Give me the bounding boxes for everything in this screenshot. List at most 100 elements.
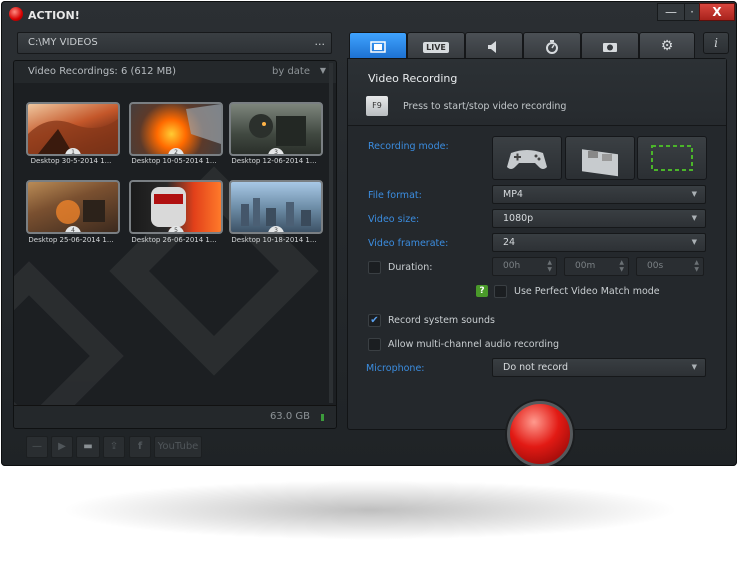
video-caption-5: Desktop 26-06-2014 1... — [131, 236, 217, 244]
thumbnail-art — [28, 119, 118, 154]
panel-header: Video Recording F9 Press to start/stop v… — [348, 59, 726, 126]
file-format-select[interactable]: MP4 ▼ — [492, 185, 706, 204]
hotkey-description: Press to start/stop video recording — [403, 101, 567, 112]
hotkey-button[interactable]: F9 — [366, 96, 388, 116]
tab-video[interactable] — [349, 32, 407, 59]
duration-hours-value: 00h — [503, 261, 521, 271]
chevron-down-icon: ▼ — [691, 214, 697, 222]
recordings-scrollbar[interactable] — [329, 63, 333, 403]
gear-icon: ⚙ — [660, 38, 674, 54]
camera-icon — [603, 42, 617, 52]
chevron-down-icon[interactable]: ▼ — [320, 66, 326, 75]
video-caption-4: Desktop 25-06-2014 1... — [28, 236, 114, 244]
upload-button[interactable]: ⇪ — [103, 436, 125, 458]
tab-audio[interactable] — [465, 32, 523, 59]
chevron-down-icon: ▼ — [691, 363, 697, 371]
video-recording-panel: Video Recording F9 Press to start/stop v… — [347, 58, 727, 430]
close-button[interactable]: X — [699, 3, 735, 21]
recordings-count: Video Recordings: 6 (612 MB) — [28, 66, 177, 77]
perfect-match-label: Use Perfect Video Match mode — [514, 286, 660, 297]
window-shadow — [60, 480, 680, 540]
tab-live[interactable]: LIVE — [407, 32, 465, 59]
open-folder-button[interactable]: ▬ — [76, 436, 100, 458]
app-logo-icon — [9, 7, 23, 21]
stopwatch-icon — [546, 39, 558, 54]
recording-mode-label: Recording mode: — [368, 141, 449, 152]
maximize-button[interactable]: · — [684, 3, 700, 21]
mode-desktop-button[interactable] — [565, 136, 635, 180]
duration-checkbox[interactable] — [368, 261, 381, 274]
youtube-button[interactable]: YouTube — [154, 436, 202, 458]
file-format-label: File format: — [368, 190, 422, 201]
tab-benchmark[interactable] — [523, 32, 581, 59]
gamepad-icon — [507, 150, 547, 169]
video-thumbnail-1[interactable]: 1 — [26, 102, 120, 156]
storage-indicator-icon — [321, 414, 324, 421]
microphone-value: Do not record — [503, 362, 569, 373]
multichannel-label: Allow multi-channel audio recording — [388, 339, 560, 350]
facebook-button[interactable]: f — [129, 436, 151, 458]
tab-settings[interactable]: ⚙ — [639, 32, 695, 59]
duration-minutes-value: 00m — [575, 261, 596, 271]
thumbnail-art — [249, 114, 306, 146]
framerate-label: Video framerate: — [368, 238, 449, 249]
app-title: ACTION! — [28, 9, 80, 22]
speaker-icon — [488, 40, 496, 53]
video-thumbnail-3[interactable]: 3 — [229, 102, 323, 156]
video-thumbnail-6[interactable]: 3 — [229, 180, 323, 234]
multichannel-checkbox[interactable] — [368, 338, 381, 351]
browse-folder-button[interactable]: ... — [315, 35, 326, 48]
duration-minutes-input[interactable]: 00m ▲ ▼ — [564, 257, 629, 276]
perfect-match-checkbox[interactable] — [494, 285, 507, 298]
free-space: 63.0 GB — [269, 411, 310, 422]
video-thumbnail-4[interactable]: 4 — [26, 180, 120, 234]
microphone-select[interactable]: Do not record ▼ — [492, 358, 706, 377]
duration-seconds-value: 00s — [647, 261, 664, 271]
thumbnail-art — [56, 200, 105, 224]
framerate-value: 24 — [503, 237, 516, 248]
tab-screenshot[interactable] — [581, 32, 639, 59]
film-icon — [370, 40, 386, 53]
delete-button[interactable]: — — [26, 436, 48, 458]
spinner-arrows-icon[interactable]: ▲ ▼ — [619, 259, 624, 273]
mode-game-button[interactable] — [492, 136, 562, 180]
video-size-select[interactable]: 1080p ▼ — [492, 209, 706, 228]
region-select-icon — [651, 145, 693, 171]
duration-seconds-input[interactable]: 00s ▲ ▼ — [636, 257, 704, 276]
framerate-select[interactable]: 24 ▼ — [492, 233, 706, 252]
play-button[interactable]: ▶ — [51, 436, 73, 458]
folder-path-field[interactable]: C:\MY VIDEOS ... — [17, 32, 332, 54]
recordings-panel: Video Recordings: 6 (612 MB) by date ▼ 1… — [13, 60, 337, 429]
folder-path: C:\MY VIDEOS — [28, 37, 98, 48]
info-button[interactable]: i — [703, 32, 729, 54]
live-icon: LIVE — [423, 42, 449, 53]
spinner-arrows-icon[interactable]: ▲ ▼ — [547, 259, 552, 273]
thumbnail-art — [151, 187, 186, 227]
system-sounds-label: Record system sounds — [388, 315, 495, 326]
panel-title: Video Recording — [368, 72, 458, 85]
duration-hours-input[interactable]: 00h ▲ ▼ — [492, 257, 557, 276]
title-bar: ACTION! — · X — [1, 1, 737, 29]
video-thumbnail-2[interactable]: 2 — [129, 102, 223, 156]
help-icon[interactable]: ? — [476, 285, 488, 297]
video-caption-3: Desktop 12-06-2014 1... — [231, 157, 317, 165]
chevron-down-icon: ▼ — [691, 190, 697, 198]
thumbnail-art — [186, 104, 221, 144]
recordings-header: Video Recordings: 6 (612 MB) by date ▼ — [14, 61, 336, 83]
storage-footer: 63.0 GB — [14, 405, 336, 428]
sort-select[interactable]: by date — [272, 66, 310, 77]
video-caption-1: Desktop 30-5-2014 1... — [30, 157, 112, 165]
video-size-label: Video size: — [368, 214, 420, 225]
monitor-icon — [582, 149, 618, 177]
minimize-button[interactable]: — — [657, 3, 685, 21]
spinner-arrows-icon[interactable]: ▲ ▼ — [694, 259, 699, 273]
duration-label: Duration: — [388, 262, 433, 273]
video-thumbnail-5[interactable]: 5 — [129, 180, 223, 234]
system-sounds-checkbox[interactable]: ✔ — [368, 314, 381, 327]
mode-region-button[interactable] — [637, 136, 707, 180]
record-button[interactable] — [507, 401, 573, 466]
microphone-label: Microphone: — [366, 363, 425, 374]
thumbnail-art — [241, 198, 311, 226]
video-caption-6: Desktop 10-18-2014 1... — [231, 236, 317, 244]
chevron-down-icon: ▼ — [691, 238, 697, 246]
